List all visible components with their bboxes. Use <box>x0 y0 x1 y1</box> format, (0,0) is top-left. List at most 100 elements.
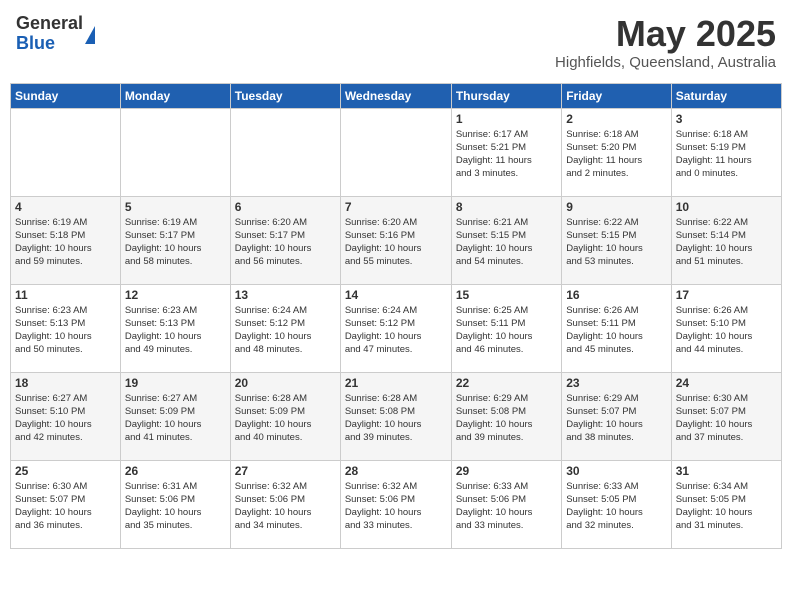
calendar-day-11: 11Sunrise: 6:23 AM Sunset: 5:13 PM Dayli… <box>11 284 121 372</box>
calendar-day-18: 18 Sunrise: 6:27 AM Sunset: 5:10 PM Dayli… <box>11 372 121 460</box>
day-number: 6 <box>235 200 336 214</box>
calendar-header-row: SundayMondayTuesdayWednesdayThursdayFrid… <box>11 83 782 108</box>
day-info: Sunrise: 6:23 AM Sunset: 5:13 PM Dayligh… <box>15 304 116 357</box>
calendar-week-row: 11Sunrise: 6:23 AM Sunset: 5:13 PM Dayli… <box>11 284 782 372</box>
calendar-day-26: 26Sunrise: 6:31 AM Sunset: 5:06 PM Dayli… <box>120 460 230 548</box>
day-info: Sunrise: 6:26 AM Sunset: 5:11 PM Dayligh… <box>566 304 666 357</box>
day-info: Sunrise: 6:23 AM Sunset: 5:13 PM Dayligh… <box>125 304 226 357</box>
day-number: 13 <box>235 288 336 302</box>
day-number: 3 <box>676 112 777 126</box>
day-number: 16 <box>566 288 666 302</box>
day-info: Sunrise: 6:19 AM Sunset: 5:17 PM Dayligh… <box>125 216 226 269</box>
calendar-day-14: 14 Sunrise: 6:24 AM Sunset: 5:12 PM Dayli… <box>340 284 451 372</box>
day-number: 15 <box>456 288 557 302</box>
day-number: 31 <box>676 464 777 478</box>
day-number: 24 <box>676 376 777 390</box>
day-info: Sunrise: 6:22 AM Sunset: 5:15 PM Dayligh… <box>566 216 666 269</box>
day-number: 25 <box>15 464 116 478</box>
calendar-day-27: 27 Sunrise: 6:32 AM Sunset: 5:06 PM Dayli… <box>230 460 340 548</box>
day-info: Sunrise: 6:30 AM Sunset: 5:07 PM Dayligh… <box>15 480 116 533</box>
logo-general-text: General <box>16 14 83 34</box>
day-info: Sunrise: 6:26 AM Sunset: 5:10 PM Dayligh… <box>676 304 777 357</box>
day-header-tuesday: Tuesday <box>230 83 340 108</box>
day-number: 19 <box>125 376 226 390</box>
day-info: Sunrise: 6:18 AM Sunset: 5:19 PM Dayligh… <box>676 128 777 181</box>
title-area: May 2025 Highfields, Queensland, Austral… <box>555 14 776 71</box>
day-number: 2 <box>566 112 666 126</box>
day-info: Sunrise: 6:28 AM Sunset: 5:09 PM Dayligh… <box>235 392 336 445</box>
day-info: Sunrise: 6:22 AM Sunset: 5:14 PM Dayligh… <box>676 216 777 269</box>
day-info: Sunrise: 6:34 AM Sunset: 5:05 PM Dayligh… <box>676 480 777 533</box>
calendar-day-6: 6 Sunrise: 6:20 AM Sunset: 5:17 PM Daylig… <box>230 196 340 284</box>
calendar-day-19: 19 Sunrise: 6:27 AM Sunset: 5:09 PM Dayli… <box>120 372 230 460</box>
calendar-day-3: 3 Sunrise: 6:18 AM Sunset: 5:19 PM Daylig… <box>671 108 781 196</box>
day-header-thursday: Thursday <box>451 83 561 108</box>
day-info: Sunrise: 6:32 AM Sunset: 5:06 PM Dayligh… <box>235 480 336 533</box>
day-number: 23 <box>566 376 666 390</box>
calendar-day-7: 7Sunrise: 6:20 AM Sunset: 5:16 PM Daylig… <box>340 196 451 284</box>
day-info: Sunrise: 6:24 AM Sunset: 5:12 PM Dayligh… <box>235 304 336 357</box>
day-info: Sunrise: 6:27 AM Sunset: 5:10 PM Dayligh… <box>15 392 116 445</box>
calendar-day-24: 24 Sunrise: 6:30 AM Sunset: 5:07 PM Dayli… <box>671 372 781 460</box>
day-number: 21 <box>345 376 447 390</box>
day-info: Sunrise: 6:30 AM Sunset: 5:07 PM Dayligh… <box>676 392 777 445</box>
day-info: Sunrise: 6:17 AM Sunset: 5:21 PM Dayligh… <box>456 128 557 181</box>
day-number: 18 <box>15 376 116 390</box>
calendar-day-12: 12Sunrise: 6:23 AM Sunset: 5:13 PM Dayli… <box>120 284 230 372</box>
day-info: Sunrise: 6:24 AM Sunset: 5:12 PM Dayligh… <box>345 304 447 357</box>
day-number: 9 <box>566 200 666 214</box>
calendar-week-row: 25 Sunrise: 6:30 AM Sunset: 5:07 PM Dayli… <box>11 460 782 548</box>
day-number: 8 <box>456 200 557 214</box>
day-info: Sunrise: 6:28 AM Sunset: 5:08 PM Dayligh… <box>345 392 447 445</box>
day-number: 22 <box>456 376 557 390</box>
day-number: 29 <box>456 464 557 478</box>
calendar-day-15: 15Sunrise: 6:25 AM Sunset: 5:11 PM Dayli… <box>451 284 561 372</box>
calendar-day-8: 8Sunrise: 6:21 AM Sunset: 5:15 PM Daylig… <box>451 196 561 284</box>
day-info: Sunrise: 6:27 AM Sunset: 5:09 PM Dayligh… <box>125 392 226 445</box>
empty-day-cell <box>120 108 230 196</box>
day-info: Sunrise: 6:29 AM Sunset: 5:07 PM Dayligh… <box>566 392 666 445</box>
calendar-week-row: 18 Sunrise: 6:27 AM Sunset: 5:10 PM Dayli… <box>11 372 782 460</box>
logo: General Blue <box>16 14 95 54</box>
day-info: Sunrise: 6:19 AM Sunset: 5:18 PM Dayligh… <box>15 216 116 269</box>
day-number: 5 <box>125 200 226 214</box>
day-info: Sunrise: 6:32 AM Sunset: 5:06 PM Dayligh… <box>345 480 447 533</box>
day-number: 26 <box>125 464 226 478</box>
calendar-day-31: 31 Sunrise: 6:34 AM Sunset: 5:05 PM Dayli… <box>671 460 781 548</box>
empty-day-cell <box>230 108 340 196</box>
day-number: 14 <box>345 288 447 302</box>
calendar-week-row: 1 Sunrise: 6:17 AM Sunset: 5:21 PM Daylig… <box>11 108 782 196</box>
calendar-day-17: 17Sunrise: 6:26 AM Sunset: 5:10 PM Dayli… <box>671 284 781 372</box>
day-number: 30 <box>566 464 666 478</box>
calendar-week-row: 4 Sunrise: 6:19 AM Sunset: 5:18 PM Daylig… <box>11 196 782 284</box>
calendar-day-21: 21 Sunrise: 6:28 AM Sunset: 5:08 PM Dayli… <box>340 372 451 460</box>
day-number: 27 <box>235 464 336 478</box>
calendar-day-16: 16 Sunrise: 6:26 AM Sunset: 5:11 PM Dayli… <box>562 284 671 372</box>
calendar-day-23: 23 Sunrise: 6:29 AM Sunset: 5:07 PM Dayli… <box>562 372 671 460</box>
day-number: 28 <box>345 464 447 478</box>
day-number: 10 <box>676 200 777 214</box>
calendar-day-4: 4 Sunrise: 6:19 AM Sunset: 5:18 PM Daylig… <box>11 196 121 284</box>
day-info: Sunrise: 6:20 AM Sunset: 5:16 PM Dayligh… <box>345 216 447 269</box>
calendar-day-30: 30 Sunrise: 6:33 AM Sunset: 5:05 PM Dayli… <box>562 460 671 548</box>
month-title: May 2025 <box>555 14 776 54</box>
calendar-day-13: 13 Sunrise: 6:24 AM Sunset: 5:12 PM Dayli… <box>230 284 340 372</box>
day-info: Sunrise: 6:20 AM Sunset: 5:17 PM Dayligh… <box>235 216 336 269</box>
location-subtitle: Highfields, Queensland, Australia <box>555 54 776 71</box>
day-header-saturday: Saturday <box>671 83 781 108</box>
calendar-table: SundayMondayTuesdayWednesdayThursdayFrid… <box>10 83 782 549</box>
calendar-day-20: 20Sunrise: 6:28 AM Sunset: 5:09 PM Dayli… <box>230 372 340 460</box>
day-info: Sunrise: 6:33 AM Sunset: 5:05 PM Dayligh… <box>566 480 666 533</box>
calendar-day-22: 22Sunrise: 6:29 AM Sunset: 5:08 PM Dayli… <box>451 372 561 460</box>
day-number: 4 <box>15 200 116 214</box>
day-info: Sunrise: 6:33 AM Sunset: 5:06 PM Dayligh… <box>456 480 557 533</box>
logo-blue-text: Blue <box>16 34 83 54</box>
calendar-day-9: 9 Sunrise: 6:22 AM Sunset: 5:15 PM Daylig… <box>562 196 671 284</box>
calendar-day-29: 29 Sunrise: 6:33 AM Sunset: 5:06 PM Dayli… <box>451 460 561 548</box>
calendar-day-28: 28 Sunrise: 6:32 AM Sunset: 5:06 PM Dayli… <box>340 460 451 548</box>
calendar-day-25: 25 Sunrise: 6:30 AM Sunset: 5:07 PM Dayli… <box>11 460 121 548</box>
calendar-day-1: 1 Sunrise: 6:17 AM Sunset: 5:21 PM Daylig… <box>451 108 561 196</box>
logo-triangle-icon <box>85 26 95 44</box>
day-number: 1 <box>456 112 557 126</box>
page-header: General Blue May 2025 Highfields, Queens… <box>10 10 782 75</box>
